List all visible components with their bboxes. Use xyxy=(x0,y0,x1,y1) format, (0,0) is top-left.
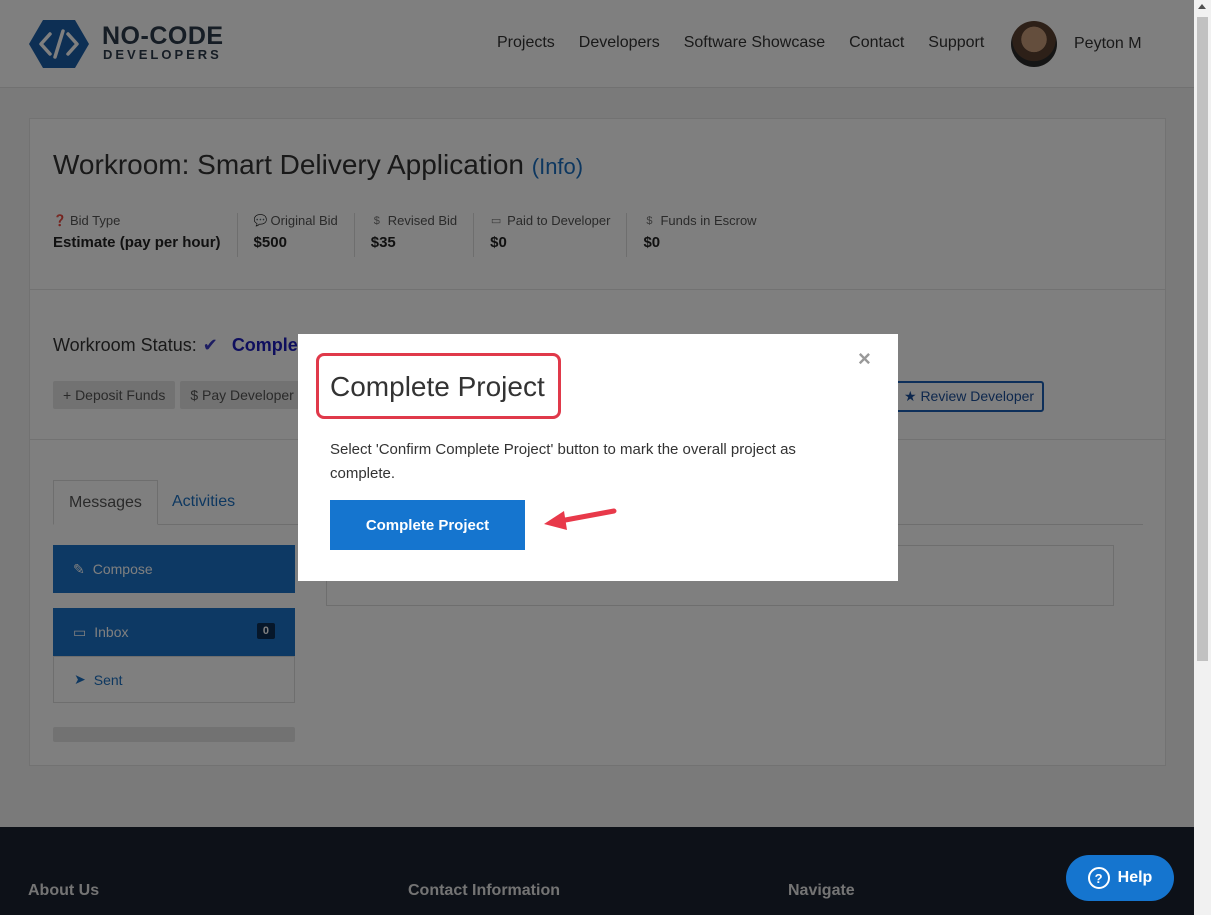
help-button[interactable]: ? Help xyxy=(1066,855,1174,901)
question-icon: ? xyxy=(1087,867,1110,889)
modal-title: Complete Project xyxy=(316,353,561,419)
page: NO-CODE DEVELOPERS Projects Developers S… xyxy=(0,0,1194,915)
scroll-thumb[interactable] xyxy=(1197,17,1208,661)
modal-description: Select 'Confirm Complete Project' button… xyxy=(330,441,796,482)
close-icon[interactable]: × xyxy=(858,346,871,372)
scroll-up-icon[interactable] xyxy=(1198,4,1206,9)
complete-project-button[interactable]: Complete Project xyxy=(330,500,525,550)
annotation-arrow-icon xyxy=(544,508,617,530)
complete-project-modal: Complete Project × Select 'Confirm Compl… xyxy=(298,334,898,581)
scrollbar[interactable] xyxy=(1194,0,1211,915)
